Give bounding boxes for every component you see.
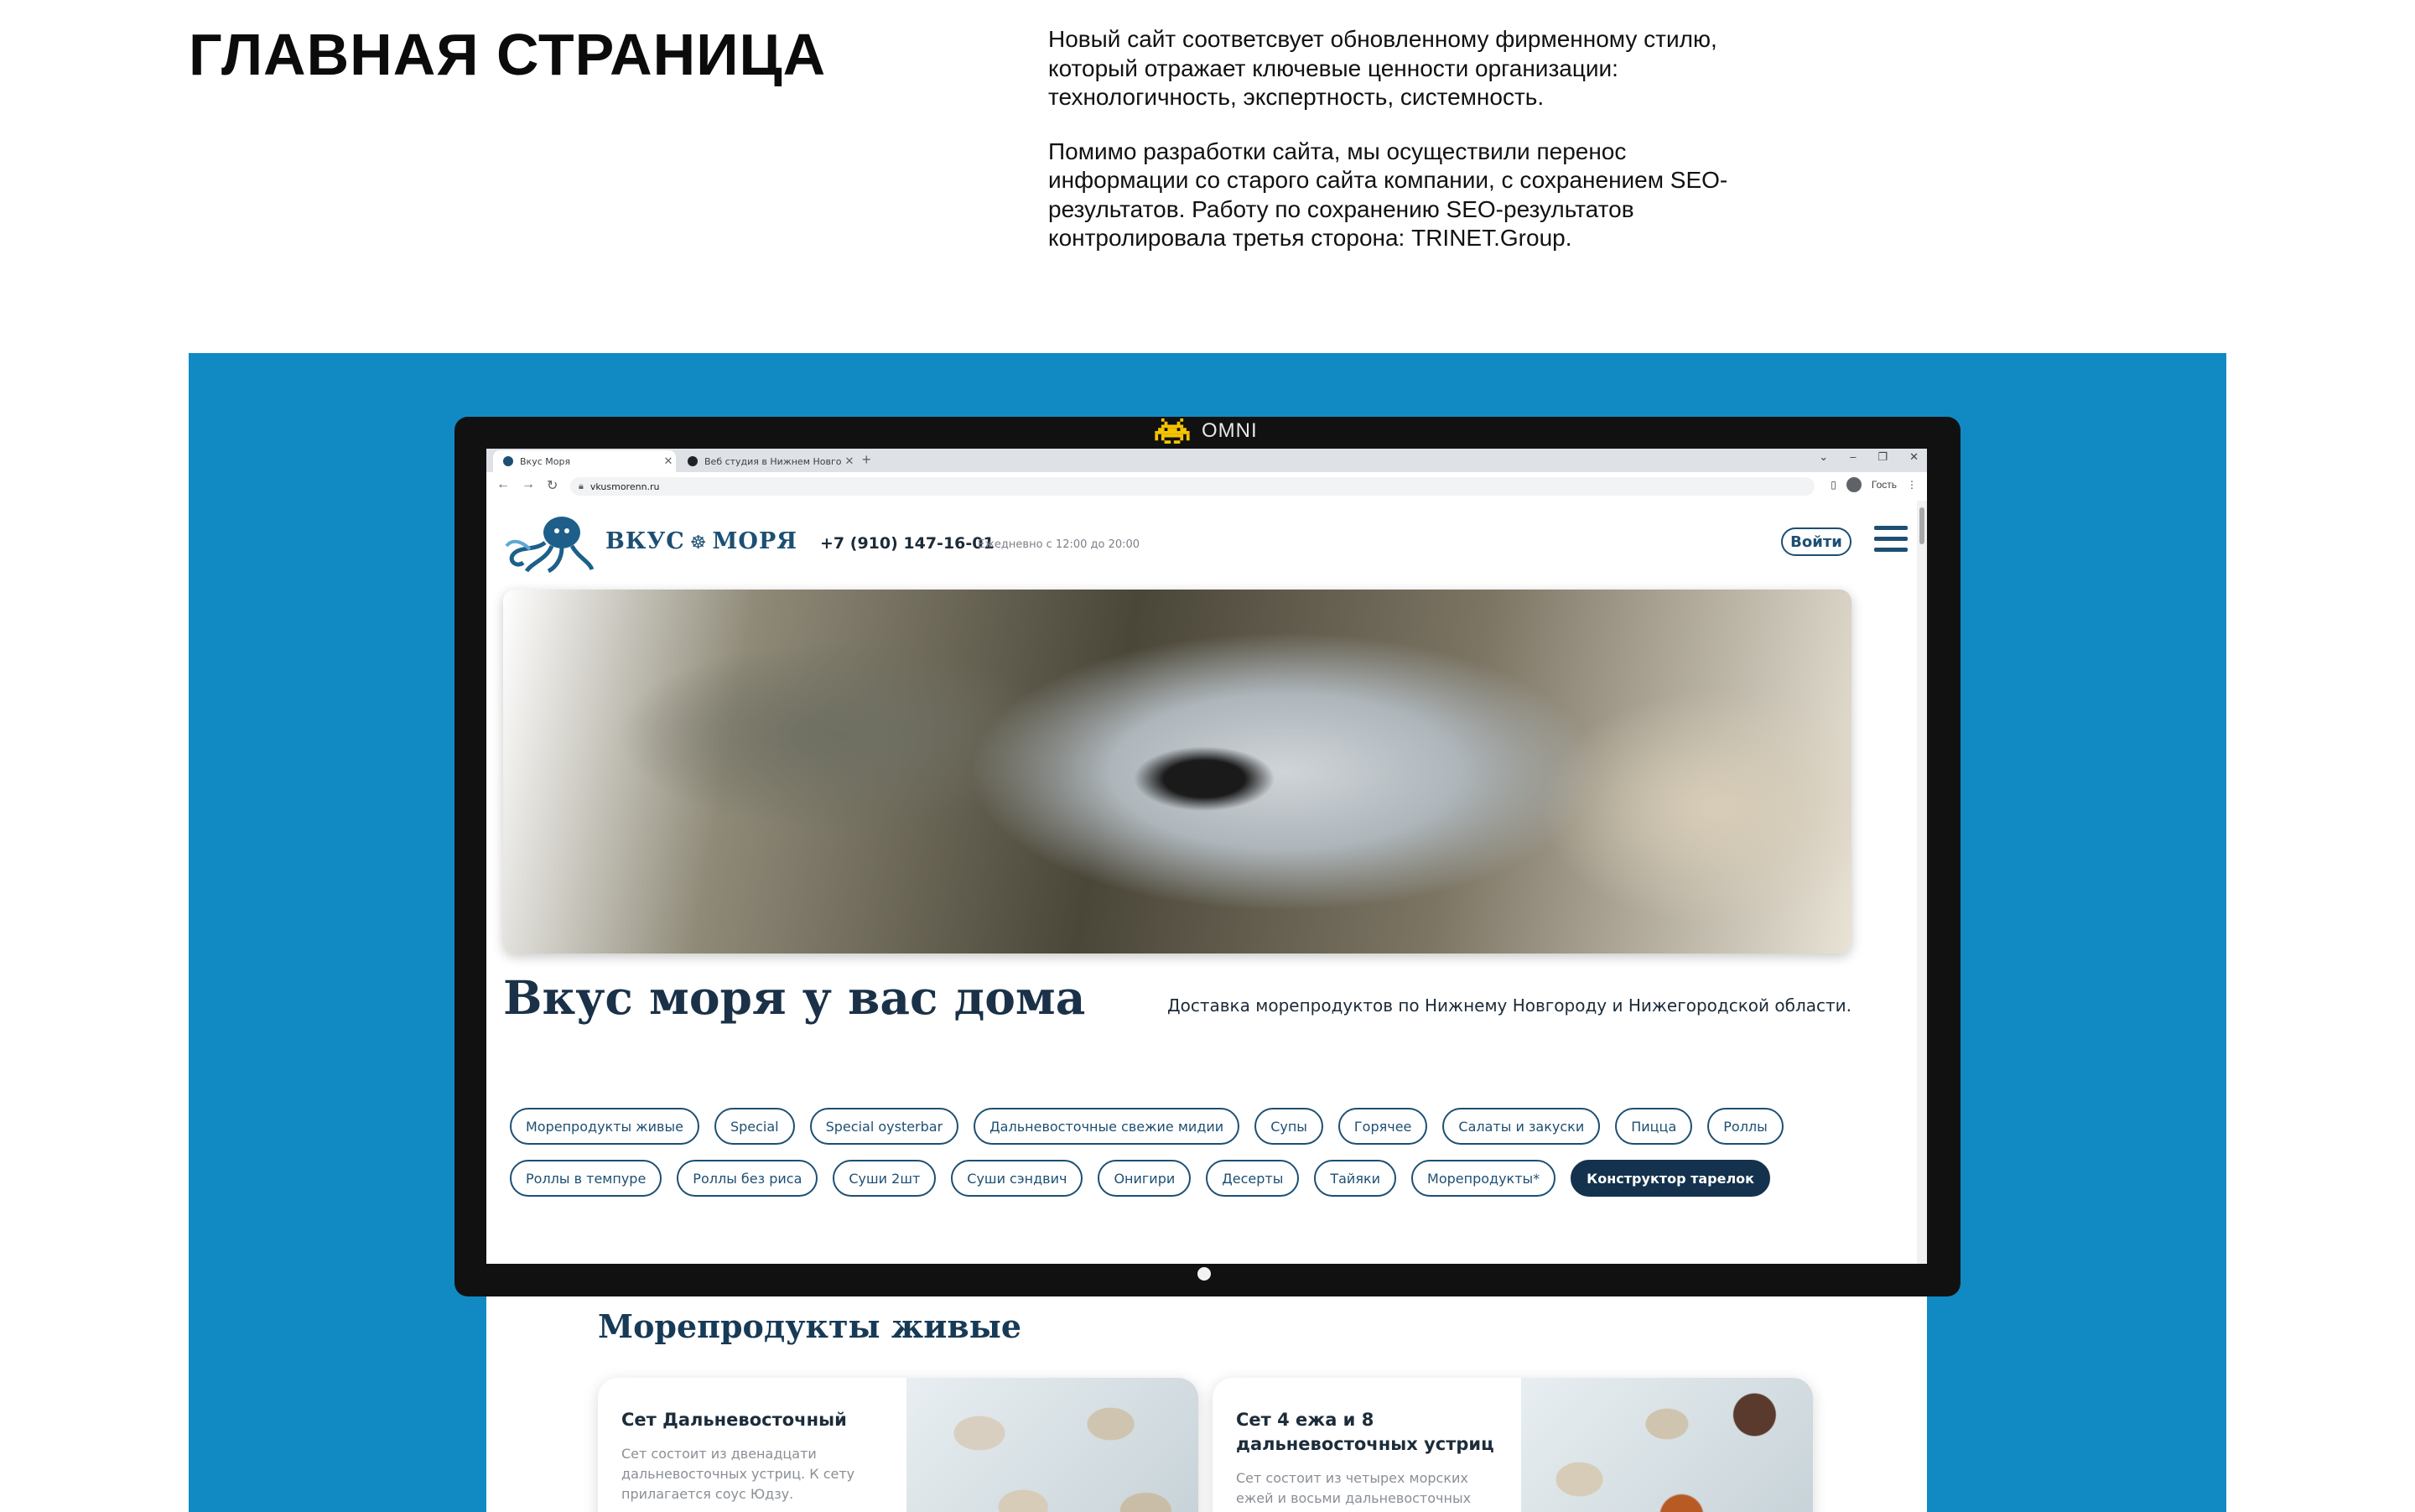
monitor-frame: OMNI Вкус Моря ✕ Веб студия в Нижнем Нов… <box>454 417 1961 1296</box>
plate-constructor-chip[interactable]: Конструктор тарелок <box>1571 1160 1771 1197</box>
browser-toolbar-right: ▯ Гость ⋮ <box>1831 477 1917 492</box>
browser-tab-active[interactable]: Вкус Моря ✕ <box>493 450 676 472</box>
category-chip[interactable]: Роллы в темпуре <box>510 1160 662 1197</box>
hero-oyster-image <box>503 590 1852 953</box>
website-viewport: ВКУС ☸ МОРЯ +7 (910) 147-16-01 Ежедневно с… <box>486 501 1917 1264</box>
category-chip[interactable]: Суши 2шт <box>833 1160 937 1197</box>
url-text: vkusmorenn.ru <box>589 481 660 492</box>
category-chip[interactable]: Морепродукты* <box>1411 1160 1556 1197</box>
side-panel-icon[interactable]: ▯ <box>1831 479 1836 491</box>
ship-wheel-icon: ☸ <box>689 532 708 553</box>
octopus-logo-icon[interactable] <box>501 512 597 574</box>
brand-word-right: МОРЯ <box>712 528 798 554</box>
category-row: Роллы в темпуре Роллы без риса Суши 2шт Суш… <box>510 1160 1852 1197</box>
profile-label: Гость <box>1871 479 1897 491</box>
category-chips: Морепродукты живые Special Special oysterb… <box>510 1108 1852 1212</box>
browser-tab-inactive[interactable]: Веб студия в Нижнем Новгороде ✕ <box>678 450 857 472</box>
brand-word-left: ВКУС <box>605 528 685 554</box>
close-tab-icon[interactable]: ✕ <box>842 455 857 468</box>
product-title: Сет 4 ежа и 8 дальневосточных устриц <box>1236 1410 1494 1454</box>
product-card[interactable]: Сет 4 ежа и 8 дальневосточных устриц Сет… <box>1213 1378 1813 1512</box>
intro-text: Новый сайт соответсвует обновленному фир… <box>1048 25 1769 278</box>
product-description: Сет состоит из четырех морских ежей и во… <box>1236 1470 1472 1512</box>
address-bar: ← → ↻ 🔒︎ vkusmorenn.ru ▯ Гость ⋮ <box>486 472 1927 501</box>
monitor-brand: OMNI <box>1155 418 1258 444</box>
category-chip[interactable]: Салаты и закуски <box>1442 1108 1601 1145</box>
product-image <box>906 1378 1198 1512</box>
brand-wordmark[interactable]: ВКУС ☸ МОРЯ <box>605 528 797 554</box>
tab-title: Вкус Моря <box>520 455 571 467</box>
scrollbar-thumb[interactable] <box>1919 507 1924 544</box>
reload-icon[interactable]: ↻ <box>547 477 558 494</box>
window-controls: ⌄ – ❐ ✕ <box>1819 450 1919 464</box>
power-led <box>1197 1267 1211 1281</box>
category-chip[interactable]: Special <box>714 1108 795 1145</box>
category-chip[interactable]: Дальневосточные свежие мидии <box>974 1108 1240 1145</box>
monitor-brand-label: OMNI <box>1202 419 1258 442</box>
category-chip[interactable]: Роллы без риса <box>677 1160 818 1197</box>
tab-search-icon[interactable]: ⌄ <box>1819 450 1828 464</box>
studio-favicon-icon <box>688 456 698 466</box>
working-hours: Ежедневно с 12:00 до 20:00 <box>978 538 1140 551</box>
product-image <box>1521 1378 1813 1512</box>
back-icon[interactable]: ← <box>496 477 510 494</box>
site-favicon-icon <box>503 456 513 466</box>
section-below-monitor: Морепродукты живые Сет Дальневосточный С… <box>486 1296 1927 1512</box>
minimize-icon[interactable]: – <box>1850 450 1856 464</box>
category-row: Морепродукты живые Special Special oysterb… <box>510 1108 1852 1145</box>
product-card[interactable]: Сет Дальневосточный Сет состоит из двена… <box>598 1378 1198 1512</box>
product-description: Сет состоит из двенадцати дальневосточны… <box>621 1446 855 1502</box>
intro-paragraph-2: Помимо разработки сайта, мы осуществили … <box>1048 138 1728 252</box>
category-chip[interactable]: Тайяки <box>1314 1160 1397 1197</box>
intro-paragraph-1: Новый сайт соответсвует обновленному фир… <box>1048 26 1717 110</box>
login-button[interactable]: Войти <box>1781 527 1852 556</box>
category-chip[interactable]: Морепродукты живые <box>510 1108 699 1145</box>
monitor-screen: Вкус Моря ✕ Веб студия в Нижнем Новгород… <box>486 449 1927 1264</box>
category-chip[interactable]: Роллы <box>1707 1108 1784 1145</box>
category-chip[interactable]: Супы <box>1254 1108 1323 1145</box>
category-chip[interactable]: Десерты <box>1206 1160 1300 1197</box>
product-title: Сет Дальневосточный <box>621 1410 847 1430</box>
category-chip[interactable]: Суши сэндвич <box>951 1160 1083 1197</box>
page-title: ГЛАВНАЯ СТРАНИЦА <box>189 22 827 87</box>
category-chip[interactable]: Онигири <box>1098 1160 1192 1197</box>
category-chip[interactable]: Special oysterbar <box>809 1108 959 1145</box>
more-menu-icon[interactable]: ⋮ <box>1907 479 1917 491</box>
section-title: Морепродукты живые <box>598 1307 1022 1345</box>
close-tab-icon[interactable]: ✕ <box>661 455 676 468</box>
hero-subtitle: Доставка морепродуктов по Нижнему Новгор… <box>1167 995 1852 1016</box>
hero-title: Вкус моря у вас дома <box>503 970 1086 1025</box>
new-tab-icon[interactable]: + <box>862 451 871 469</box>
nav-buttons: ← → ↻ <box>496 477 558 494</box>
category-chip[interactable]: Горячее <box>1337 1108 1428 1145</box>
url-field[interactable]: 🔒︎ vkusmorenn.ru <box>570 477 1815 496</box>
space-invader-icon <box>1155 418 1190 444</box>
hamburger-menu-icon[interactable] <box>1874 526 1908 559</box>
lock-icon: 🔒︎ <box>579 481 584 491</box>
page-scrollbar[interactable] <box>1917 501 1927 1264</box>
category-chip[interactable]: Пицца <box>1615 1108 1693 1145</box>
profile-avatar-icon[interactable] <box>1846 477 1862 492</box>
browser-tab-bar: Вкус Моря ✕ Веб студия в Нижнем Новгород… <box>486 449 1927 472</box>
restore-icon[interactable]: ❐ <box>1877 450 1888 464</box>
tab-title: Веб студия в Нижнем Новгороде <box>704 455 842 467</box>
close-window-icon[interactable]: ✕ <box>1909 450 1919 464</box>
forward-icon[interactable]: → <box>522 477 535 494</box>
phone-number[interactable]: +7 (910) 147-16-01 <box>820 534 995 553</box>
